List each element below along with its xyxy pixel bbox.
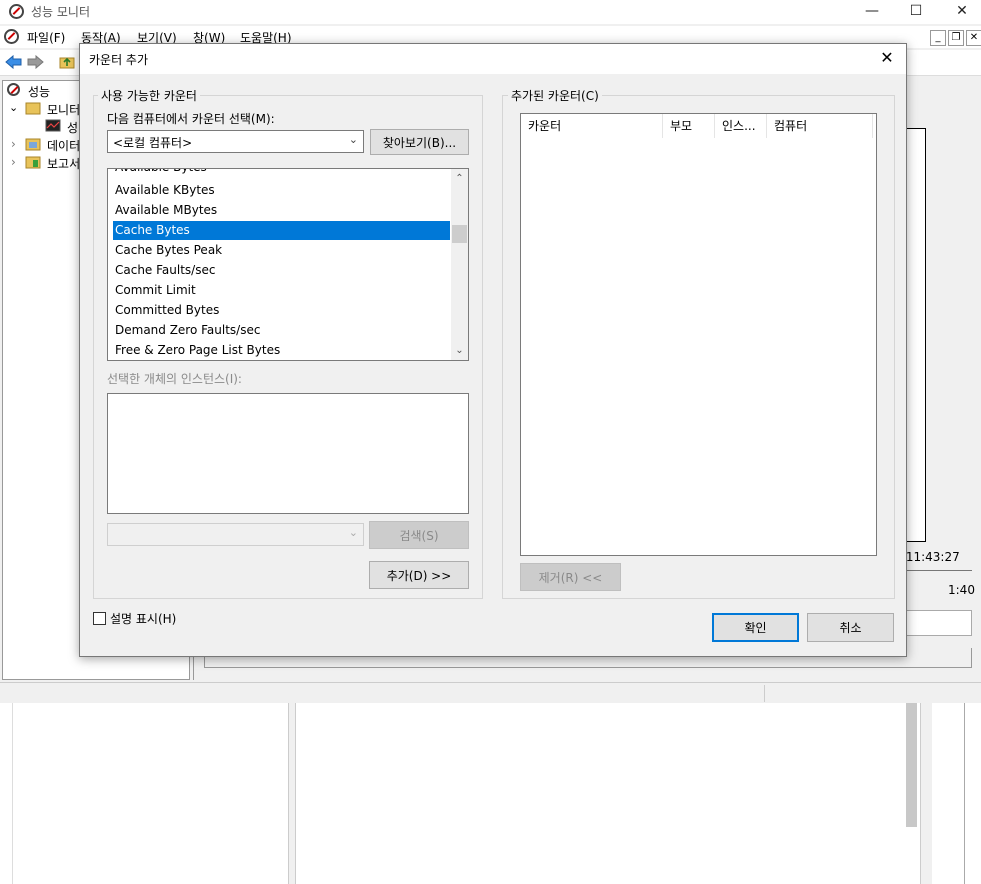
chevron-down-icon[interactable]: ⌄ [9, 101, 18, 114]
back-arrow-icon[interactable] [5, 55, 22, 69]
column-header-counter[interactable]: 카운터 [521, 114, 663, 138]
add-button[interactable]: 추가(D) >> [369, 561, 469, 589]
add-counters-dialog: 카운터 추가 ✕ 사용 가능한 카운터 다음 컴퓨터에서 카운터 선택(M): … [79, 43, 907, 657]
show-description-checkbox[interactable] [93, 612, 106, 625]
close-button[interactable]: ✕ [939, 0, 981, 24]
data-collector-icon [25, 138, 41, 151]
background-area [0, 703, 981, 884]
scroll-thumb[interactable] [452, 225, 467, 243]
remove-button[interactable]: 제거(R) << [520, 563, 621, 591]
graph-duration-readout: 1:40 [948, 583, 975, 597]
instances-listbox[interactable] [107, 393, 469, 514]
tree-node-monitoring-tools[interactable]: 모니터 [47, 101, 80, 118]
counter-listbox[interactable]: Available Bytes Available KBytes Availab… [107, 168, 469, 361]
folder-icon [25, 102, 41, 115]
status-bar [0, 682, 981, 703]
list-item[interactable]: Committed Bytes [113, 301, 450, 320]
dialog-titlebar: 카운터 추가 ✕ [80, 44, 906, 74]
search-instance-combobox[interactable]: ⌄ [107, 523, 364, 546]
mdi-restore-icon[interactable]: ❐ [948, 30, 964, 46]
list-item[interactable]: Available MBytes [113, 201, 450, 220]
list-item[interactable]: Free & Zero Page List Bytes [113, 341, 450, 360]
list-item[interactable]: Commit Limit [113, 281, 450, 300]
column-header-instance[interactable]: 인스... [715, 114, 767, 138]
scroll-down-icon[interactable]: ⌄ [451, 342, 468, 359]
show-description-label[interactable]: 설명 표시(H) [110, 610, 176, 627]
chart-monitor-icon [45, 119, 61, 132]
tree-node-performance-monitor[interactable]: 성 [67, 119, 78, 136]
app-titlebar: 성능 모니터 — ☐ ✕ [0, 0, 981, 24]
browse-button[interactable]: 찾아보기(B)... [370, 129, 469, 155]
list-item-selected[interactable]: Cache Bytes [113, 221, 450, 240]
column-header-computer[interactable]: 컴퓨터 [767, 114, 873, 138]
ok-button[interactable]: 확인 [712, 613, 799, 642]
minimize-button[interactable]: — [849, 0, 895, 24]
chevron-right-icon[interactable]: › [11, 137, 16, 151]
added-counters-list[interactable]: 카운터 부모 인스... 컴퓨터 [520, 113, 877, 556]
up-folder-icon[interactable] [59, 54, 76, 70]
tree-node-data-collector-sets[interactable]: 데이터 [47, 137, 80, 154]
graph-area [906, 128, 926, 542]
list-item[interactable]: Demand Zero Faults/sec [113, 321, 450, 340]
reports-icon [25, 156, 41, 169]
cancel-button[interactable]: 취소 [807, 613, 894, 642]
chevron-down-icon: ⌄ [348, 526, 358, 539]
menu-file[interactable]: 파일(F) [27, 29, 65, 46]
list-item[interactable]: Cache Faults/sec [113, 261, 450, 280]
computer-select-label: 다음 컴퓨터에서 카운터 선택(M): [107, 112, 275, 126]
counter-list-scrollbar[interactable]: ⌃ ⌄ [451, 169, 468, 360]
tree-node-performance[interactable]: 성능 [28, 83, 50, 100]
list-item[interactable]: Available KBytes [113, 181, 450, 200]
console-icon[interactable] [4, 29, 19, 44]
app-title: 성능 모니터 [31, 5, 91, 19]
dialog-close-button[interactable]: ✕ [876, 48, 898, 70]
list-item[interactable]: Available Bytes [113, 169, 450, 177]
available-counters-legend: 사용 가능한 카운터 [98, 87, 200, 104]
computer-combobox[interactable]: <로컬 컴퓨터> ⌄ [107, 130, 364, 153]
added-counters-legend: 추가된 카운터(C) [508, 87, 602, 104]
scroll-up-icon[interactable]: ⌃ [451, 170, 468, 187]
performance-node-icon [7, 83, 20, 96]
tree-node-reports[interactable]: 보고서 [47, 155, 80, 172]
mdi-minimize-icon[interactable]: _ [930, 30, 946, 46]
column-header-parent[interactable]: 부모 [663, 114, 715, 138]
performance-monitor-icon [9, 4, 24, 19]
dialog-title: 카운터 추가 [89, 53, 149, 67]
search-button[interactable]: 검색(S) [369, 521, 469, 549]
chevron-down-icon: ⌄ [348, 133, 358, 146]
instances-label: 선택한 개체의 인스턴스(I): [107, 372, 242, 386]
list-item[interactable]: Cache Bytes Peak [113, 241, 450, 260]
forward-arrow-icon[interactable] [27, 55, 44, 69]
chevron-right-icon[interactable]: › [11, 155, 16, 169]
maximize-button[interactable]: ☐ [893, 0, 939, 24]
computer-value: <로컬 컴퓨터> [113, 136, 193, 150]
mdi-close-icon[interactable]: ✕ [966, 30, 981, 46]
